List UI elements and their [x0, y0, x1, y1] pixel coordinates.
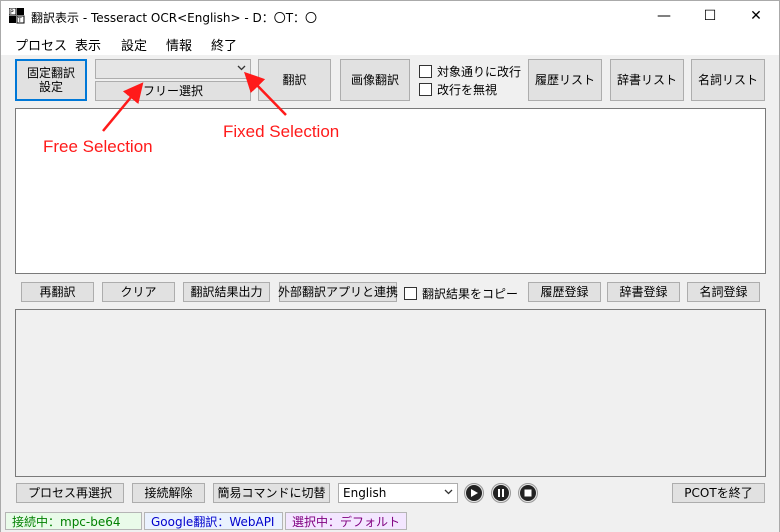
main-window: P T 翻訳表示 - Tesseract OCR<English> - D：〇T… — [0, 0, 780, 532]
free-selection-arrow — [102, 82, 144, 132]
annotation-arrows — [102, 71, 287, 132]
fixed-selection-arrow — [244, 71, 287, 116]
